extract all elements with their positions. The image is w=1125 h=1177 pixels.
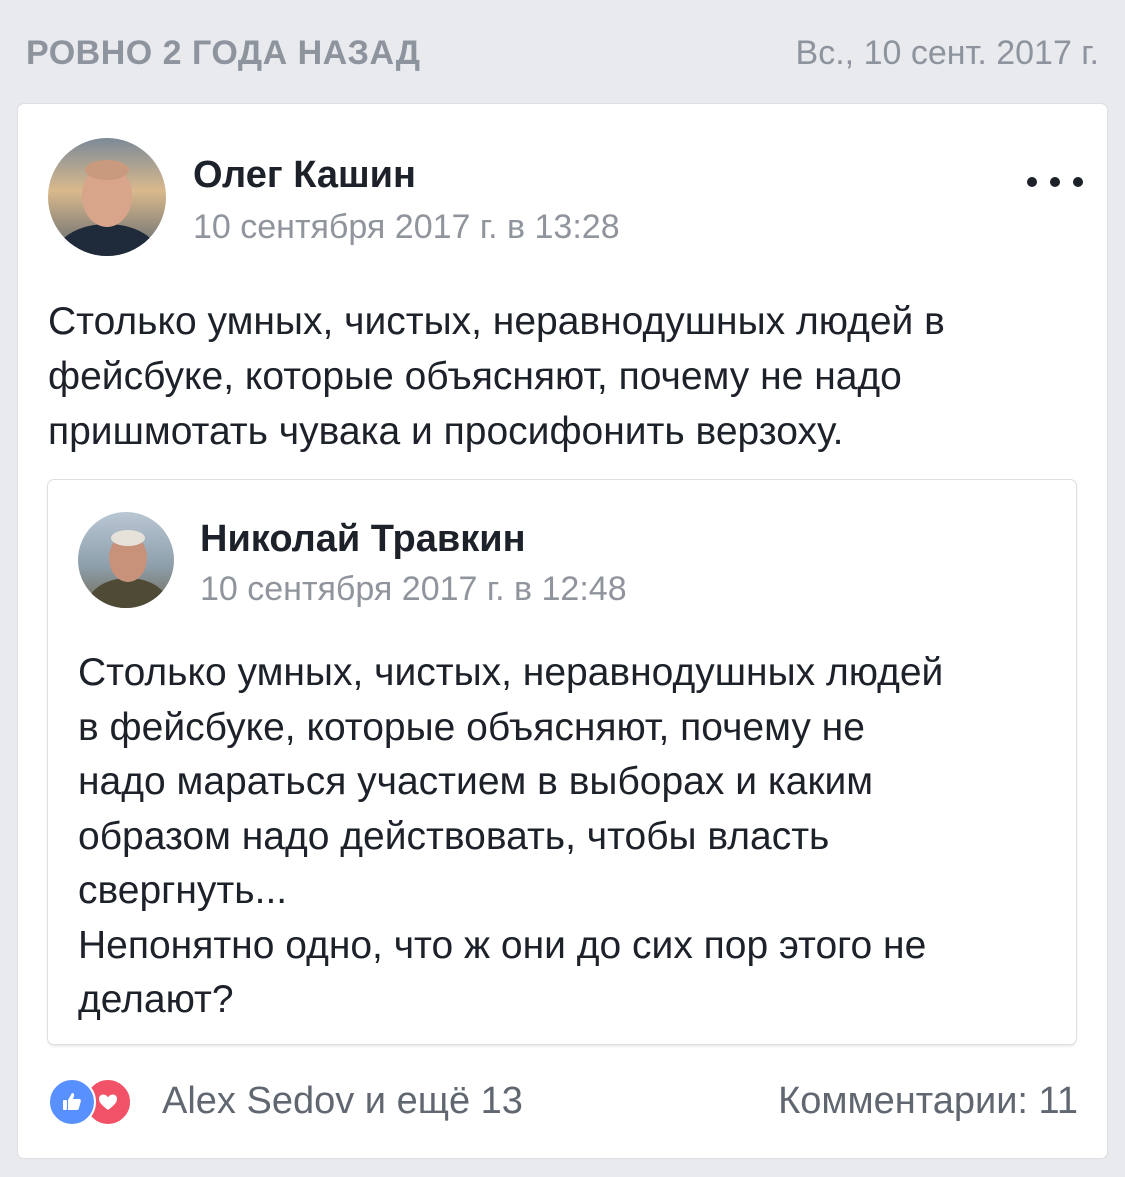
more-dot: [1073, 177, 1083, 187]
comments-count-link[interactable]: Комментарии: 11: [778, 1080, 1078, 1123]
author-avatar[interactable]: [48, 138, 166, 256]
reactors-link[interactable]: Alex Sedov и ещё 13: [162, 1080, 523, 1123]
post-footer: Alex Sedov и ещё 13 Комментарии: 11: [48, 1072, 1078, 1136]
shared-author-avatar[interactable]: [78, 512, 174, 608]
more-dot: [1050, 177, 1060, 187]
post-card: Олег Кашин 10 сентября 2017 г. в 13:28 С…: [18, 104, 1107, 1158]
shared-post-timestamp[interactable]: 10 сентября 2017 г. в 12:48: [200, 570, 627, 609]
shared-author-name[interactable]: Николай Травкин: [200, 518, 526, 561]
author-name[interactable]: Олег Кашин: [193, 154, 416, 197]
post-timestamp[interactable]: 10 сентября 2017 г. в 13:28: [193, 208, 620, 247]
shared-post[interactable]: Николай Травкин 10 сентября 2017 г. в 12…: [48, 480, 1076, 1044]
more-dot: [1027, 177, 1037, 187]
shared-post-text: Столько умных, чистых, неравнодушных люд…: [78, 651, 944, 1021]
memory-date: Вс., 10 сент. 2017 г.: [795, 34, 1099, 72]
memory-header: РОВНО 2 ГОДА НАЗАД Вс., 10 сент. 2017 г.: [0, 0, 1125, 104]
like-icon: [48, 1078, 96, 1126]
more-options-icon[interactable]: [1027, 170, 1083, 194]
memory-label: РОВНО 2 ГОДА НАЗАД: [26, 34, 421, 72]
reactions-summary[interactable]: [48, 1078, 148, 1126]
post-text: Столько умных, чистых, неравнодушных люд…: [48, 300, 945, 453]
